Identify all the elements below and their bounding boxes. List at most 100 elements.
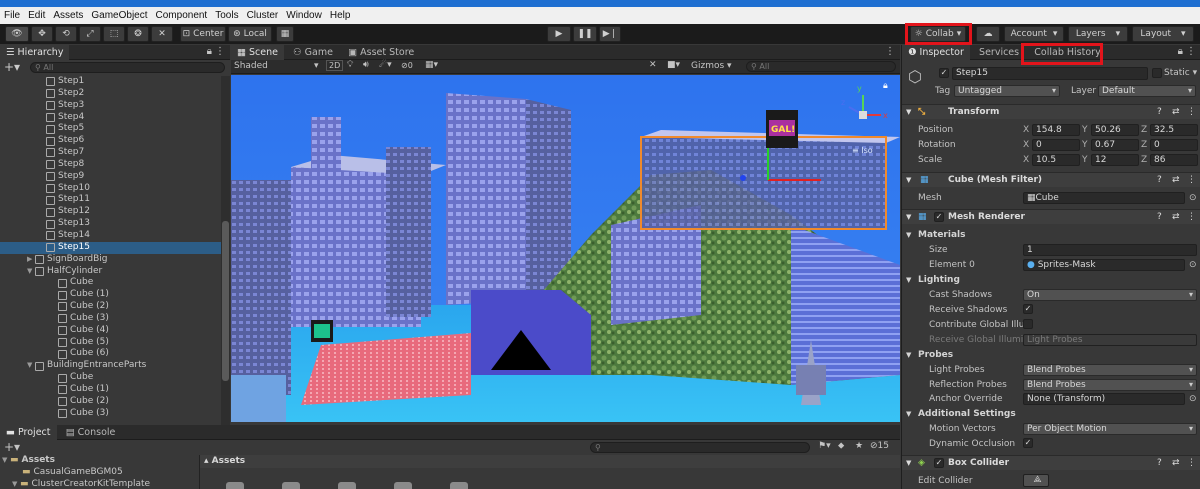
scale-y-field[interactable]: 12	[1091, 154, 1139, 166]
project-breadcrumb[interactable]: ▴ Assets	[200, 455, 900, 468]
custom-tool-icon[interactable]: ✕	[151, 26, 173, 42]
menu-window[interactable]: Window	[282, 7, 326, 24]
position-z-field[interactable]: 32.5	[1150, 124, 1198, 136]
position-x-field[interactable]: 154.8	[1032, 124, 1080, 136]
add-icon[interactable]: +▾	[4, 60, 20, 74]
effects-icon[interactable]: ☄▾	[379, 60, 392, 70]
cast-shadows-dropdown[interactable]: On	[1023, 289, 1197, 301]
add-icon[interactable]: +▾	[4, 440, 20, 454]
lighting-header[interactable]: ▼ Lighting	[902, 272, 1200, 287]
hierarchy-item[interactable]: Cube (6)	[0, 348, 230, 360]
tab-game[interactable]: ⚇ Game	[287, 45, 339, 60]
hierarchy-item[interactable]: ▼ HalfCylinder	[0, 266, 230, 278]
tag-dropdown[interactable]: Untagged	[954, 85, 1060, 97]
mesh-renderer-enabled-checkbox[interactable]: ✓	[934, 212, 944, 222]
hierarchy-item[interactable]: ▼ BuildingEntranceParts	[0, 360, 230, 372]
pivot-center-toggle[interactable]: ⊡ Center	[180, 26, 226, 42]
box-collider-header[interactable]: ▼ ◈ ✓ Box Collider ? ⇄ ⋮	[902, 455, 1200, 470]
rotation-x-field[interactable]: 0	[1032, 139, 1080, 151]
hierarchy-item[interactable]: Step10	[0, 183, 230, 195]
motion-vectors-dropdown[interactable]: Per Object Motion	[1023, 423, 1197, 435]
hierarchy-item[interactable]: Step9	[0, 171, 230, 183]
play-button[interactable]: ▶	[547, 26, 571, 42]
expand-icon[interactable]: ▼	[27, 360, 35, 372]
asset-thumbnail[interactable]	[282, 482, 300, 489]
hierarchy-item[interactable]: Step8	[0, 159, 230, 171]
hierarchy-item[interactable]: Cube (3)	[0, 313, 230, 325]
shading-dropdown[interactable]: Shaded ▾	[234, 61, 319, 71]
materials-size-field[interactable]: 1	[1023, 244, 1197, 256]
menu-tools[interactable]: Tools	[211, 7, 242, 24]
rotation-y-field[interactable]: 0.67	[1091, 139, 1139, 151]
hierarchy-item[interactable]: Cube (2)	[0, 301, 230, 313]
contribute-gi-checkbox[interactable]	[1023, 319, 1033, 329]
scale-x-field[interactable]: 10.5	[1032, 154, 1080, 166]
hierarchy-item[interactable]: Cube	[0, 372, 230, 384]
menu-icon[interactable]: ⋮	[1187, 175, 1196, 185]
favorites-icon[interactable]: ★	[855, 441, 863, 451]
probes-header[interactable]: ▼ Probes	[902, 347, 1200, 362]
help-icon[interactable]: ?	[1157, 458, 1162, 468]
mode-2d-toggle[interactable]: 2D	[326, 60, 344, 71]
hierarchy-item[interactable]: Cube (1)	[0, 384, 230, 396]
help-icon[interactable]: ?	[1157, 212, 1162, 222]
hierarchy-item[interactable]: Step14	[0, 230, 230, 242]
folder-assets[interactable]: ▼ ▬ Assets	[0, 455, 198, 467]
help-icon[interactable]: ?	[1157, 175, 1162, 185]
menu-icon[interactable]: ⋮	[1187, 107, 1196, 117]
tab-inspector[interactable]: ❶ Inspector	[902, 45, 970, 60]
scene-search-input[interactable]: ⚲ All	[746, 61, 896, 72]
folder-casualgamebgm05[interactable]: ▬ CasualGameBGM05	[0, 467, 198, 479]
menu-cluster[interactable]: Cluster	[243, 7, 283, 24]
asset-thumbnail[interactable]	[394, 482, 412, 489]
layout-dropdown[interactable]: Layout ▾	[1132, 26, 1194, 42]
tab-project[interactable]: ▬ Project	[0, 425, 57, 440]
scale-tool-icon[interactable]: ⤢	[79, 26, 101, 42]
cloud-icon[interactable]: ☁	[976, 26, 1000, 42]
lighting-icon[interactable]: 💡︎	[347, 60, 353, 70]
hierarchy-item[interactable]: Step11	[0, 194, 230, 206]
asset-thumbnail[interactable]	[338, 482, 356, 489]
mesh-filter-header[interactable]: ▼ ▦ Cube (Mesh Filter) ? ⇄ ⋮	[902, 172, 1200, 187]
reflection-probes-dropdown[interactable]: Blend Probes	[1023, 379, 1197, 391]
tab-services[interactable]: Services	[973, 45, 1025, 60]
object-picker-icon[interactable]: ⊙	[1189, 260, 1197, 270]
element0-field[interactable]: ● Sprites-Mask	[1023, 259, 1185, 271]
preset-icon[interactable]: ⇄	[1172, 212, 1180, 222]
lock-icon[interactable]: 🔒︎	[207, 46, 212, 57]
scene-view[interactable]: GAL! y x z ≡ Iso 🔒︎	[231, 75, 900, 422]
hierarchy-scrollbar[interactable]	[221, 76, 230, 425]
hidden-packages-toggle[interactable]: ⊘15	[870, 441, 889, 451]
rotate-tool-icon[interactable]: ⟲	[55, 26, 77, 42]
anchor-override-field[interactable]: None (Transform)	[1023, 393, 1185, 405]
light-probes-dropdown[interactable]: Blend Probes	[1023, 364, 1197, 376]
mesh-field[interactable]: ▦Cube	[1023, 192, 1185, 204]
tools-icon[interactable]: ✕	[649, 60, 657, 70]
transform-tool-icon[interactable]: ❂	[127, 26, 149, 42]
expand-icon[interactable]: ▶	[27, 254, 35, 266]
menu-icon[interactable]: ⋮	[885, 46, 895, 57]
object-picker-icon[interactable]: ⊙	[1189, 193, 1197, 203]
hierarchy-item[interactable]: Step6	[0, 135, 230, 147]
hierarchy-search-input[interactable]: ⚲ All	[30, 62, 225, 73]
menu-icon[interactable]: ⋮	[215, 46, 225, 57]
move-tool-icon[interactable]: ✥	[31, 26, 53, 42]
dynamic-occlusion-checkbox[interactable]: ✓	[1023, 438, 1033, 448]
menu-icon[interactable]: ⋮	[1187, 458, 1196, 468]
help-icon[interactable]: ?	[1157, 107, 1162, 117]
hierarchy-item[interactable]: Cube (2)	[0, 396, 230, 408]
hierarchy-item[interactable]: Cube (1)	[0, 289, 230, 301]
preset-icon[interactable]: ⇄	[1172, 107, 1180, 117]
menu-component[interactable]: Component	[152, 7, 212, 24]
rect-tool-icon[interactable]: ⬚	[103, 26, 125, 42]
edit-collider-button[interactable]: ⟁	[1023, 474, 1049, 487]
hierarchy-item[interactable]: Step12	[0, 206, 230, 218]
hierarchy-item[interactable]: Step7	[0, 147, 230, 159]
tab-hierarchy[interactable]: ☰ Hierarchy	[0, 45, 70, 60]
lock-icon[interactable]: 🔒︎	[883, 81, 888, 91]
hierarchy-item[interactable]: Cube	[0, 277, 230, 289]
hierarchy-item[interactable]: Step15	[0, 241, 230, 254]
hierarchy-scroll-thumb[interactable]	[222, 221, 229, 381]
menu-icon[interactable]: ⋮	[1187, 212, 1196, 222]
hierarchy-item[interactable]: ▶ SignBoardBig	[0, 254, 230, 266]
